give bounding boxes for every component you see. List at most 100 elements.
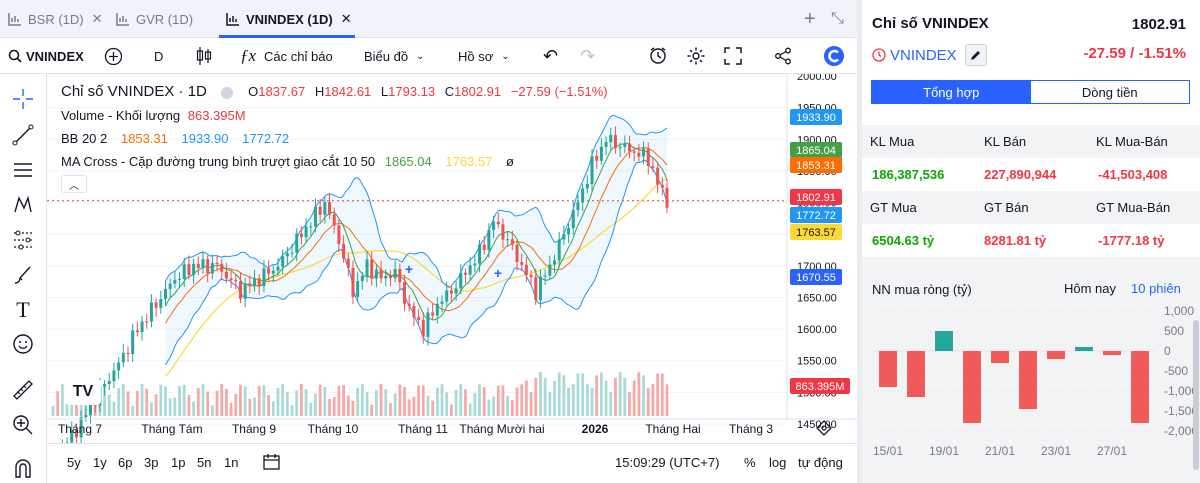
zoom-tool[interactable] <box>11 413 35 437</box>
candle-body <box>271 270 275 274</box>
chart-icon <box>116 13 129 26</box>
text-tool[interactable]: T <box>11 297 35 322</box>
candle-type-button[interactable] <box>196 38 212 74</box>
candle-body <box>192 263 196 276</box>
candle-body <box>149 302 153 322</box>
volume-bar <box>210 405 214 416</box>
range-1d[interactable]: 1n <box>224 455 238 470</box>
time-tick-label: Tháng 7 <box>58 422 102 436</box>
candle-body <box>379 269 383 279</box>
candle-body <box>567 228 571 235</box>
time-tick-label: Tháng Hai <box>645 422 700 436</box>
settings-button[interactable] <box>686 38 706 74</box>
volume-bar <box>557 372 561 416</box>
interval-button[interactable]: D <box>154 38 163 74</box>
symbol-search[interactable]: VNINDEX <box>8 38 84 74</box>
candle-body <box>215 263 219 265</box>
share-button[interactable] <box>774 38 792 74</box>
chart-type-menu[interactable]: Biểu đồ ⌄ <box>364 38 424 74</box>
text-icon: T <box>16 297 30 322</box>
edit-button[interactable] <box>964 44 987 66</box>
volume-bar <box>604 380 608 416</box>
compare-button[interactable] <box>104 38 123 74</box>
clock-time[interactable]: 15:09:29 (UTC+7) <box>615 455 719 470</box>
candle-body <box>103 384 107 387</box>
candle-body <box>515 244 519 263</box>
volume-bar <box>501 385 505 416</box>
collapse-icon[interactable]: ⤡ <box>831 10 844 28</box>
fullscreen-button[interactable] <box>724 38 742 74</box>
brush-tool[interactable] <box>11 263 35 287</box>
redo-icon[interactable]: ↷ <box>580 38 595 74</box>
tradingview-logo[interactable]: TV <box>65 379 101 405</box>
measure-tool[interactable] <box>11 378 35 402</box>
option-10-sessions[interactable]: 10 phiên <box>1131 281 1181 296</box>
price-tick-label: 2000.00 <box>797 74 837 83</box>
ruler-icon <box>13 380 33 400</box>
profile-menu[interactable]: Hồ sơ ⌄ <box>458 38 510 74</box>
add-tab-icon[interactable]: + <box>804 8 816 31</box>
volume-bar <box>651 383 655 416</box>
alert-button[interactable] <box>648 38 668 74</box>
fullscreen-icon <box>724 47 742 65</box>
date-range-button[interactable] <box>262 452 282 475</box>
price-chart[interactable]: ++2000.001950.001900.001850.001800.00175… <box>47 74 857 443</box>
crosshair-tool[interactable] <box>11 87 35 111</box>
emoji-tool[interactable] <box>11 332 35 356</box>
volume-tag-label: 863.395M <box>796 381 845 393</box>
symbol-label: VNINDEX <box>26 48 84 64</box>
volume-value: 863.395M <box>187 108 246 123</box>
percent-toggle[interactable]: % <box>744 455 756 470</box>
magnet-tool[interactable] <box>11 456 35 480</box>
kl-sell-header: KL Bán <box>984 134 1027 149</box>
volume-bar <box>407 399 411 416</box>
auto-toggle[interactable]: tự động <box>798 455 843 470</box>
candle-body <box>478 244 482 264</box>
forecast-tool[interactable] <box>11 228 35 252</box>
close-icon[interactable]: ✕ <box>92 11 103 27</box>
volume-bar <box>567 387 570 416</box>
volume-bar <box>468 403 472 416</box>
volume-bar <box>145 388 149 416</box>
candle-body <box>154 302 158 308</box>
range-1m[interactable]: 1p <box>171 455 185 470</box>
volume-bar <box>510 400 514 416</box>
range-5d[interactable]: 5n <box>197 455 211 470</box>
candle-body <box>468 265 472 275</box>
candle-body <box>543 275 547 277</box>
range-5y[interactable]: 5y <box>67 455 81 470</box>
tab-bsr[interactable]: BSR (1D) ✕ <box>8 0 103 38</box>
candle-body <box>313 206 317 227</box>
range-3m[interactable]: 3p <box>144 455 158 470</box>
undo-icon[interactable]: ↶ <box>543 38 558 74</box>
nn-x-tick: 23/01 <box>1041 444 1071 458</box>
close-icon[interactable]: ✕ <box>341 11 352 27</box>
pattern-tool[interactable] <box>11 193 35 217</box>
panel-scrollbar[interactable] <box>1193 320 1199 470</box>
tab-money-flow[interactable]: Dòng tiền <box>1030 81 1189 103</box>
volume-bar <box>342 385 345 416</box>
change-value: −27.59 (−1.51%) <box>510 84 608 99</box>
panel-symbol[interactable]: VNINDEX <box>872 44 987 66</box>
volume-bar <box>440 384 444 416</box>
legend-toggle-button[interactable]: ︿ <box>61 175 87 193</box>
volume-bar <box>187 394 191 416</box>
volume-bar <box>445 392 449 416</box>
tab-vnindex[interactable]: VNINDEX (1D) ✕ <box>226 0 352 38</box>
candle-body <box>360 276 364 281</box>
fib-tool[interactable] <box>11 158 35 182</box>
option-today[interactable]: Hôm nay <box>1064 281 1116 296</box>
tab-summary[interactable]: Tổng hợp <box>872 81 1031 103</box>
volume-bar <box>182 384 186 416</box>
chart-pane[interactable]: ++2000.001950.001900.001850.001800.00175… <box>47 74 857 443</box>
candle-body <box>557 239 561 261</box>
log-toggle[interactable]: log <box>769 455 786 470</box>
trendline-tool[interactable] <box>11 123 35 147</box>
collapse-icon[interactable] <box>220 86 233 99</box>
candle-body <box>220 263 224 272</box>
range-1y[interactable]: 1y <box>93 455 107 470</box>
tab-gvr[interactable]: GVR (1D) <box>116 0 193 38</box>
goto-settings-button[interactable] <box>814 418 834 438</box>
indicators-button[interactable]: ƒx Các chỉ báo <box>240 38 333 74</box>
range-6m[interactable]: 6p <box>118 455 132 470</box>
